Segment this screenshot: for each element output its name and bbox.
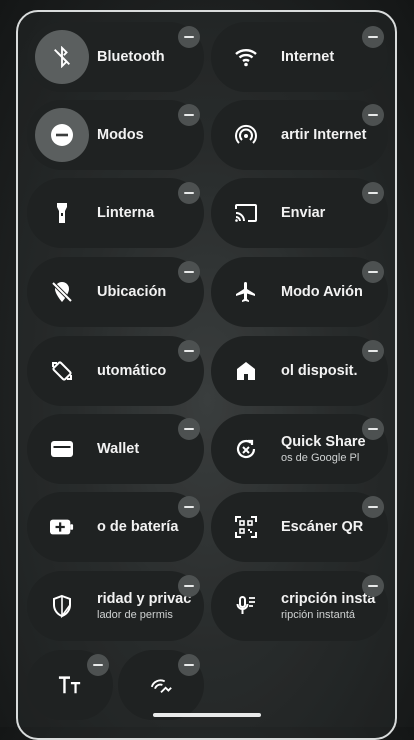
tile-internet[interactable]: Internet bbox=[211, 22, 388, 92]
tile-label: Wallet bbox=[97, 441, 140, 457]
remove-tile-button[interactable] bbox=[362, 575, 384, 597]
airplane-icon bbox=[234, 280, 258, 304]
tile-label: cripción insta bbox=[281, 591, 376, 607]
tile-bluetooth[interactable]: Bluetooth bbox=[27, 22, 204, 92]
tile-transcripcion[interactable]: cripción insta ripción instantá bbox=[211, 571, 388, 641]
tile-enviar[interactable]: Enviar bbox=[211, 178, 388, 248]
tile-acceso-auditivo[interactable] bbox=[118, 650, 204, 720]
hearing-icon bbox=[149, 673, 173, 697]
wallet-icon bbox=[50, 437, 74, 461]
tile-label: Ubicación bbox=[97, 284, 167, 300]
hotspot-icon bbox=[234, 123, 258, 147]
tile-label: Quick Share bbox=[281, 434, 366, 450]
tile-label: ridad y privac bbox=[97, 591, 192, 607]
tile-privacidad[interactable]: ridad y privac lador de permis bbox=[27, 571, 204, 641]
remove-tile-button[interactable] bbox=[87, 654, 109, 676]
remove-tile-button[interactable] bbox=[178, 496, 200, 518]
tile-sublabel: ripción instantá bbox=[281, 609, 355, 621]
tile-label: artir Internet bbox=[281, 127, 367, 143]
home-icon bbox=[234, 359, 258, 383]
mic-text-icon bbox=[234, 594, 258, 618]
tile-sublabel: os de Google Pl bbox=[281, 452, 360, 464]
tile-label: Escáner QR bbox=[281, 519, 364, 535]
tile-modos[interactable]: Modos bbox=[27, 100, 204, 170]
flashlight-icon bbox=[50, 201, 74, 225]
remove-tile-button[interactable] bbox=[178, 26, 200, 48]
tile-tamano-fuente[interactable] bbox=[27, 650, 113, 720]
tile-label: Internet bbox=[281, 49, 335, 65]
font-size-icon bbox=[58, 673, 82, 697]
remove-tile-button[interactable] bbox=[178, 182, 200, 204]
wifi-icon bbox=[234, 45, 258, 69]
remove-tile-button[interactable] bbox=[362, 418, 384, 440]
tile-control-dispositivos[interactable]: ol disposit. bbox=[211, 336, 388, 406]
remove-tile-button[interactable] bbox=[362, 26, 384, 48]
tile-label: Enviar bbox=[281, 205, 326, 221]
tile-label: o de batería bbox=[97, 519, 179, 535]
tile-label: Modos bbox=[97, 127, 144, 143]
remove-tile-button[interactable] bbox=[178, 261, 200, 283]
do-not-disturb-icon bbox=[50, 123, 74, 147]
tile-escaner-qr[interactable]: Escáner QR bbox=[211, 492, 388, 562]
remove-tile-button[interactable] bbox=[178, 575, 200, 597]
remove-tile-button[interactable] bbox=[362, 496, 384, 518]
tile-sublabel: lador de permis bbox=[97, 609, 173, 621]
bluetooth-off-icon bbox=[50, 45, 74, 69]
auto-rotate-icon bbox=[50, 359, 74, 383]
tile-label: Bluetooth bbox=[97, 49, 165, 65]
tile-label: utomático bbox=[97, 363, 167, 379]
tile-wallet[interactable]: Wallet bbox=[27, 414, 204, 484]
quick-share-icon bbox=[234, 437, 258, 461]
qr-code-icon bbox=[234, 515, 258, 539]
remove-tile-button[interactable] bbox=[362, 182, 384, 204]
tile-ahorro-bateria[interactable]: o de batería bbox=[27, 492, 204, 562]
tile-linterna[interactable]: Linterna bbox=[27, 178, 204, 248]
shield-icon bbox=[50, 594, 74, 618]
tile-label: ol disposit. bbox=[281, 363, 358, 379]
tile-rotacion-automatica[interactable]: utomático bbox=[27, 336, 204, 406]
tile-quick-share[interactable]: Quick Share os de Google Pl bbox=[211, 414, 388, 484]
remove-tile-button[interactable] bbox=[178, 104, 200, 126]
tile-hotspot[interactable]: artir Internet bbox=[211, 100, 388, 170]
remove-tile-button[interactable] bbox=[362, 104, 384, 126]
remove-tile-button[interactable] bbox=[178, 654, 200, 676]
remove-tile-button[interactable] bbox=[178, 340, 200, 362]
location-off-icon bbox=[50, 280, 74, 304]
gesture-home-bar[interactable] bbox=[153, 713, 261, 717]
remove-tile-button[interactable] bbox=[178, 418, 200, 440]
battery-saver-icon bbox=[50, 515, 74, 539]
tile-label: Modo Avión bbox=[281, 284, 363, 300]
tile-ubicacion[interactable]: Ubicación bbox=[27, 257, 204, 327]
tile-label: Linterna bbox=[97, 205, 155, 221]
remove-tile-button[interactable] bbox=[362, 340, 384, 362]
remove-tile-button[interactable] bbox=[362, 261, 384, 283]
tile-modo-avion[interactable]: Modo Avión bbox=[211, 257, 388, 327]
cast-icon bbox=[234, 201, 258, 225]
